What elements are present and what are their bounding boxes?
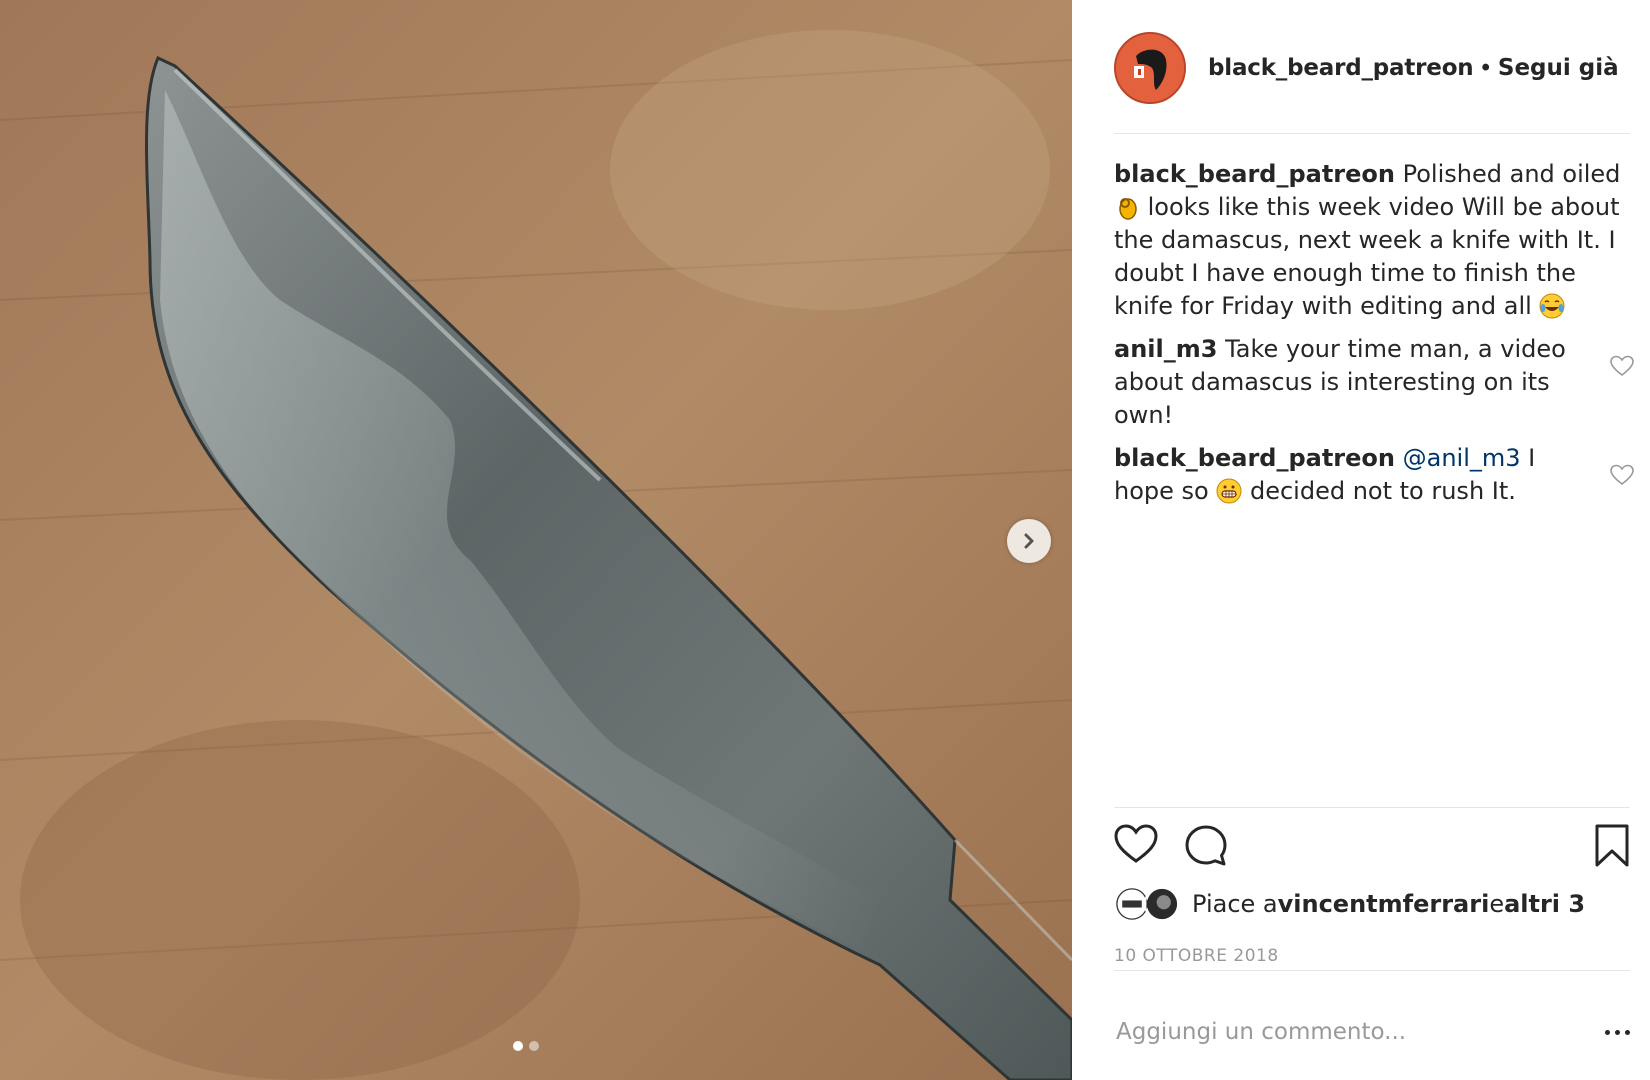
actions-divider (1114, 807, 1630, 808)
likes-prefix: Piace a (1192, 890, 1278, 918)
comment-box-divider (1114, 970, 1630, 971)
heart-icon[interactable] (1114, 824, 1158, 864)
likes-user-link[interactable]: vincentmferrari (1278, 890, 1490, 918)
comment-username[interactable]: anil_m3 (1114, 335, 1217, 363)
likes-others-link[interactable]: altri 3 (1504, 890, 1585, 918)
caption-text-1: Polished and oiled (1395, 160, 1621, 188)
avatar[interactable] (1114, 32, 1186, 104)
grinning-emoji-icon (1216, 478, 1242, 504)
header-separator: • (1481, 54, 1490, 81)
carousel-next-button[interactable] (1007, 519, 1051, 563)
post-photo[interactable] (0, 0, 1072, 1080)
comment: black_beard_patreon @anil_m3 I hope so d… (1114, 442, 1634, 508)
carousel-dot-active (513, 1041, 523, 1051)
likes-middle: e (1489, 890, 1505, 918)
more-options-button[interactable] (1605, 1029, 1630, 1035)
add-comment-input[interactable] (1114, 1018, 1605, 1046)
more-icon (1625, 1029, 1630, 1035)
comment-icon[interactable] (1184, 824, 1228, 868)
comment: anil_m3 Take your time man, a video abou… (1114, 333, 1634, 432)
comments-list: black_beard_patreon Polished and oiled l… (1114, 158, 1634, 508)
bookmark-icon[interactable] (1594, 824, 1630, 868)
knife-photo (0, 0, 1072, 1080)
caption: black_beard_patreon Polished and oiled l… (1114, 158, 1634, 323)
comment-text-2: decided not to rush It. (1242, 477, 1516, 505)
post-date[interactable]: 10 OTTOBRE 2018 (1114, 946, 1279, 966)
ok-hand-emoji-icon (1119, 198, 1137, 220)
beard-logo-icon (1116, 34, 1184, 102)
tears-of-joy-emoji-icon (1539, 293, 1565, 319)
caption-username[interactable]: black_beard_patreon (1114, 160, 1395, 188)
carousel-indicator (513, 1041, 539, 1051)
comment-like-heart-icon[interactable] (1610, 355, 1634, 377)
header-divider (1114, 133, 1630, 134)
comment-mention-link[interactable]: @anil_m3 (1403, 444, 1521, 472)
post-side-panel: black_beard_patreon • Segui già black_be… (1072, 0, 1650, 1080)
carousel-dot (529, 1041, 539, 1051)
post-header: black_beard_patreon • Segui già (1114, 30, 1630, 106)
more-icon (1605, 1029, 1610, 1035)
likes-summary: Piace a vincentmferrari e altri 3 (1114, 886, 1585, 922)
post-username[interactable]: black_beard_patreon (1208, 55, 1474, 81)
chevron-right-icon (1024, 533, 1034, 549)
comment-like-heart-icon[interactable] (1610, 464, 1634, 486)
liker-avatar[interactable] (1144, 886, 1180, 922)
more-icon (1615, 1029, 1620, 1035)
add-comment-bar (1114, 1010, 1630, 1054)
post-actions (1114, 824, 1630, 872)
comment-username[interactable]: black_beard_patreon (1114, 444, 1395, 472)
follow-status-button[interactable]: Segui già (1498, 55, 1619, 81)
